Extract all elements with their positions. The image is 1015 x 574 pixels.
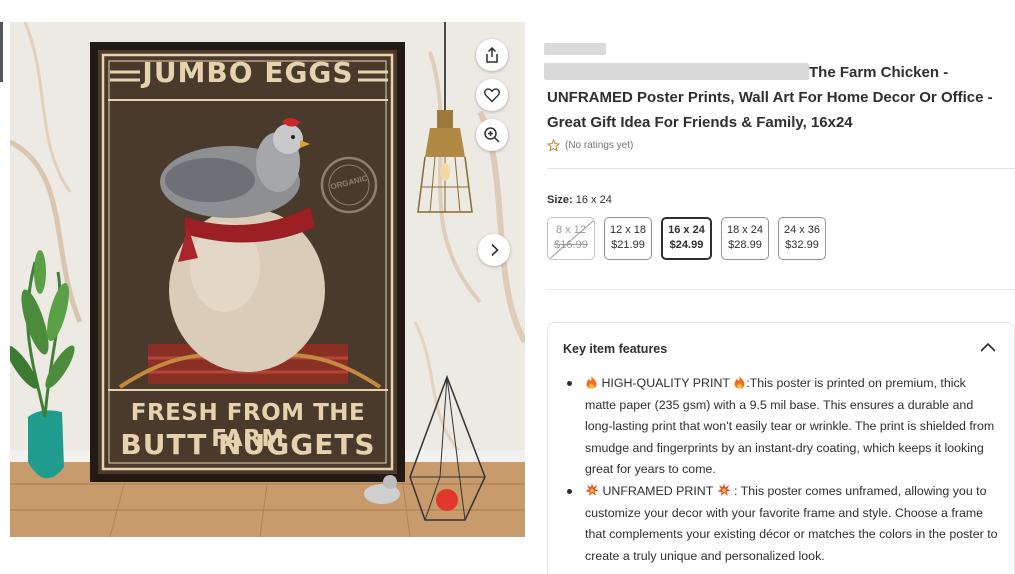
size-selected-value: 16 x 24 (575, 194, 612, 206)
fire-icon (734, 376, 745, 389)
zoom-in-icon (484, 127, 500, 143)
rating-summary[interactable]: (No ratings yet) (547, 139, 633, 152)
key-features-heading: Key item features (563, 342, 668, 356)
star-outline-icon (547, 139, 560, 152)
chevron-right-icon (491, 243, 499, 257)
product-title: The Farm Chicken - UNFRAMED Poster Print… (547, 60, 1009, 135)
size-option-label: 24 x 36 (783, 224, 821, 236)
size-option-label: 8 x 12 (556, 224, 586, 236)
size-label-key: Size: (547, 194, 573, 206)
fire-icon (586, 376, 597, 389)
gallery-edge (0, 22, 3, 82)
favorite-button[interactable] (476, 79, 508, 111)
size-option-24x36[interactable]: 24 x 36 $32.99 (778, 217, 826, 260)
size-options: 8 x 12 $16.99 12 x 18 $21.99 16 x 24 $24… (547, 217, 826, 260)
feature-list: HIGH-QUALITY PRINT :This poster is print… (567, 373, 999, 567)
feature-text: :This poster is printed on premium, thic… (585, 376, 995, 477)
collision-icon (585, 483, 599, 496)
size-option-12x18[interactable]: 12 x 18 $21.99 (604, 217, 652, 260)
size-option-18x24[interactable]: 18 x 24 $28.99 (721, 217, 769, 260)
size-option-price: $21.99 (611, 239, 645, 251)
size-option-price: $16.99 (554, 239, 588, 251)
list-item: HIGH-QUALITY PRINT :This poster is print… (567, 373, 999, 481)
size-option-label: 12 x 18 (609, 224, 647, 236)
collision-icon (717, 483, 731, 496)
feature-title: UNFRAMED PRINT (602, 483, 714, 498)
size-option-price: $28.99 (728, 239, 762, 251)
size-option-price: $24.99 (669, 239, 704, 251)
list-item: UNFRAMED PRINT : This poster comes unfra… (567, 481, 999, 567)
product-image[interactable]: JUMBO EGGS ORGANIC FRESH FROM THE FARM B… (10, 22, 525, 537)
share-button[interactable] (476, 39, 508, 71)
chevron-up-icon[interactable] (979, 341, 997, 353)
zoom-button[interactable] (476, 119, 508, 151)
divider (547, 168, 1015, 169)
rating-text: (No ratings yet) (565, 140, 634, 151)
poster-headline: JUMBO EGGS (142, 56, 354, 89)
size-option-label: 18 x 24 (726, 224, 764, 236)
size-option-16x24[interactable]: 16 x 24 $24.99 (661, 217, 712, 260)
size-label: Size: 16 x 24 (547, 194, 612, 206)
size-option-8x12[interactable]: 8 x 12 $16.99 (547, 217, 595, 260)
divider (547, 289, 1015, 290)
key-features-panel: Key item features HIGH-QUALITY PRINT :Th… (547, 322, 1015, 574)
poster-line2: BUTT NUGGETS (120, 428, 376, 461)
share-icon (486, 46, 498, 63)
brand-link-obscured[interactable] (544, 43, 606, 55)
heart-icon (484, 88, 500, 103)
size-option-label: 16 x 24 (668, 224, 705, 236)
next-image-button[interactable] (478, 234, 510, 266)
feature-title: HIGH-QUALITY PRINT (601, 376, 730, 390)
size-option-price: $32.99 (785, 239, 819, 251)
